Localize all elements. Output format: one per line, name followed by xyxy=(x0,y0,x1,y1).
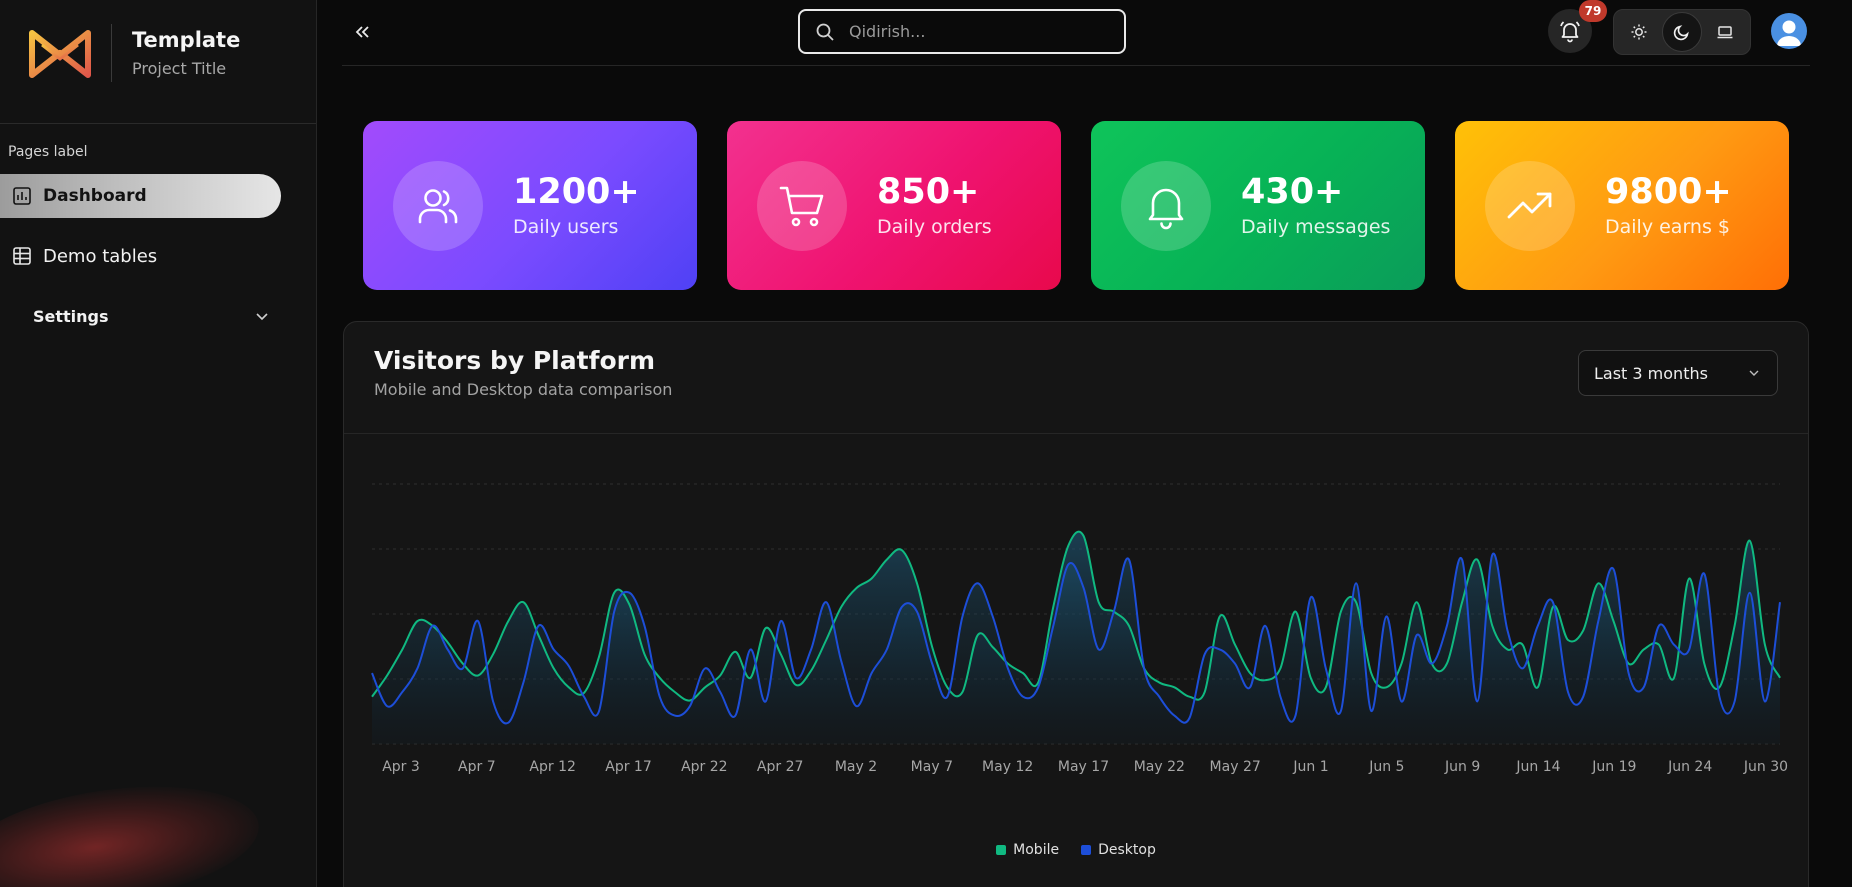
brand-subtitle: Project Title xyxy=(132,59,227,78)
x-tick-label: Jun 24 xyxy=(1667,759,1712,775)
pages-section-label: Pages label xyxy=(8,144,88,160)
sidebar-item-label: Settings xyxy=(33,306,109,326)
legend-swatch-desktop xyxy=(1081,845,1092,855)
stat-label: Daily orders xyxy=(877,215,992,238)
panel-title: Visitors by Platform xyxy=(374,346,656,375)
notification-count-badge: 79 xyxy=(1579,0,1607,22)
x-tick-label: Apr 12 xyxy=(529,759,575,775)
visitors-area-chart: Apr 3 Apr 7 Apr 12 Apr 17 Apr 22 Apr 27 May 2 M… xyxy=(371,483,1788,775)
sidebar-item-label: Demo tables xyxy=(43,245,158,267)
collapse-sidebar-button[interactable] xyxy=(350,20,374,44)
legend-item-desktop[interactable]: Desktop xyxy=(1081,842,1156,858)
chevrons-left-icon xyxy=(355,26,369,38)
table-icon xyxy=(12,246,32,266)
x-tick-label: Jun 14 xyxy=(1515,759,1560,775)
chevron-down-icon xyxy=(256,313,268,321)
sidebar-item-dashboard[interactable]: Dashboard xyxy=(0,174,281,218)
chart-legend: Mobile Desktop xyxy=(344,842,1808,858)
chevron-down-icon xyxy=(1749,370,1759,376)
x-tick-label: Jun 5 xyxy=(1368,759,1404,775)
x-tick-label: May 27 xyxy=(1210,759,1261,775)
x-tick-label: Apr 7 xyxy=(458,759,496,775)
time-range-value: Last 3 months xyxy=(1594,363,1708,383)
x-tick-label: Jun 30 xyxy=(1743,759,1788,775)
stat-label: Daily messages xyxy=(1241,215,1391,238)
bell-ring-icon xyxy=(1560,21,1580,43)
trending-up-icon xyxy=(1507,192,1552,218)
x-tick-label: May 22 xyxy=(1134,759,1185,775)
legend-label: Mobile xyxy=(1013,842,1060,858)
sidebar-item-label: Dashboard xyxy=(43,186,147,206)
sidebar-item-demo-tables[interactable]: Demo tables xyxy=(0,234,281,278)
stat-icon-circle xyxy=(757,160,847,251)
laptop-icon xyxy=(1717,26,1733,39)
theme-dark-button[interactable] xyxy=(1661,12,1702,52)
stat-icon-circle xyxy=(1121,160,1211,251)
bell-icon xyxy=(1148,188,1184,229)
sidebar-item-settings[interactable]: Settings xyxy=(0,294,281,338)
users-icon xyxy=(418,188,458,223)
sidebar: Template Project Title Pages label Dashb… xyxy=(0,0,317,887)
user-icon xyxy=(1777,20,1801,46)
stat-value: 430+ xyxy=(1241,172,1344,213)
visitors-chart-panel: Visitors by Platform Mobile and Desktop … xyxy=(343,321,1809,887)
brand: Template Project Title xyxy=(0,0,316,124)
x-tick-label: Jun 9 xyxy=(1444,759,1480,775)
stat-icon-circle xyxy=(1485,160,1575,251)
search-input[interactable] xyxy=(849,22,1109,41)
stat-value: 1200+ xyxy=(513,172,640,213)
theme-light-button[interactable] xyxy=(1619,13,1659,51)
moon-icon xyxy=(1673,25,1689,41)
x-tick-label: Apr 27 xyxy=(757,759,803,775)
decorative-glow xyxy=(0,769,267,887)
stat-label: Daily users xyxy=(513,215,619,238)
stat-card-orders: 850+ Daily orders xyxy=(727,121,1061,290)
stat-value: 9800+ xyxy=(1605,172,1732,213)
search-icon xyxy=(815,22,835,42)
x-tick-label: Apr 3 xyxy=(382,759,420,775)
user-avatar[interactable] xyxy=(1771,13,1807,49)
x-tick-label: May 7 xyxy=(911,759,953,775)
panel-subtitle: Mobile and Desktop data comparison xyxy=(374,380,673,399)
time-range-select[interactable]: Last 3 months xyxy=(1578,350,1778,396)
stat-label: Daily earns $ xyxy=(1605,215,1730,238)
legend-swatch-mobile xyxy=(996,845,1007,855)
stat-icon-circle xyxy=(393,160,483,251)
x-tick-label: Jun 19 xyxy=(1591,759,1636,775)
stat-card-messages: 430+ Daily messages xyxy=(1091,121,1425,290)
header-divider xyxy=(342,65,1810,66)
brand-divider xyxy=(111,24,112,82)
cart-icon xyxy=(779,186,824,226)
legend-label: Desktop xyxy=(1098,842,1156,858)
stat-card-users: 1200+ Daily users xyxy=(363,121,697,290)
x-tick-label: May 12 xyxy=(982,759,1033,775)
brand-title: Template xyxy=(132,28,241,52)
dashboard-icon xyxy=(12,186,32,206)
x-tick-label: Apr 17 xyxy=(605,759,651,775)
logo-icon xyxy=(29,30,91,78)
x-tick-label: Apr 22 xyxy=(681,759,727,775)
stat-card-earns: 9800+ Daily earns $ xyxy=(1455,121,1789,290)
x-tick-label: May 17 xyxy=(1058,759,1109,775)
stat-value: 850+ xyxy=(877,172,980,213)
legend-item-mobile[interactable]: Mobile xyxy=(996,842,1059,858)
search-box[interactable] xyxy=(798,9,1126,54)
x-tick-label: Jun 1 xyxy=(1292,759,1328,775)
theme-switcher xyxy=(1613,9,1751,55)
theme-system-button[interactable] xyxy=(1705,13,1745,51)
x-tick-label: May 2 xyxy=(835,759,877,775)
sun-icon xyxy=(1631,24,1647,40)
